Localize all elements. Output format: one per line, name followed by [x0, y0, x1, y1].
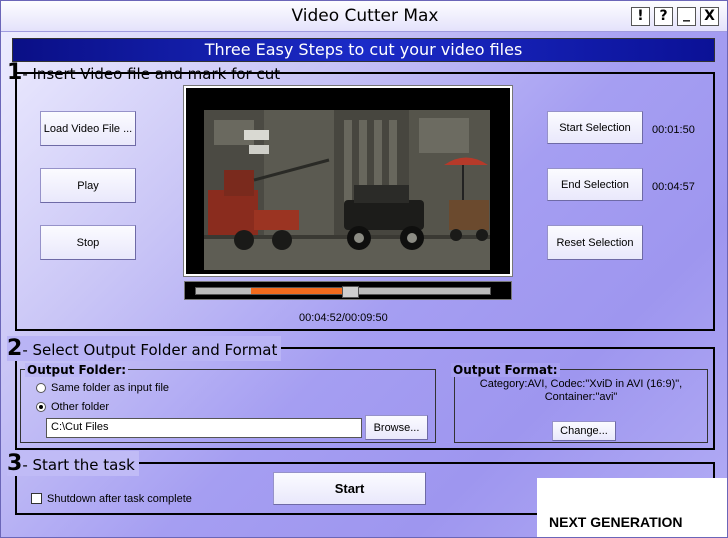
- start-time-label: 00:01:50: [652, 124, 695, 136]
- load-video-button[interactable]: Load Video File ...: [40, 111, 136, 146]
- format-line1: Category:AVI, Codec:"XviD in AVI (16:9)"…: [479, 378, 683, 390]
- output-format-title: Output Format:: [451, 363, 560, 377]
- window-title: Video Cutter Max: [291, 6, 439, 26]
- minimize-button[interactable]: _: [677, 7, 696, 26]
- step2-number: 2: [7, 336, 23, 361]
- shutdown-label[interactable]: Shutdown after task complete: [47, 493, 192, 505]
- step3-heading: 3- Start the task: [7, 451, 139, 476]
- watermark-box: NEXT GENERATION: [537, 478, 727, 537]
- start-button[interactable]: Start: [273, 472, 426, 505]
- close-button[interactable]: X: [700, 7, 719, 26]
- video-frame-image: [204, 110, 490, 270]
- other-folder-label[interactable]: Other folder: [51, 401, 109, 413]
- position-readout: 00:04:52/00:09:50: [299, 312, 388, 324]
- seek-bar[interactable]: [184, 281, 512, 300]
- end-selection-button[interactable]: End Selection: [547, 168, 643, 201]
- selection-range: [250, 288, 344, 294]
- start-selection-button[interactable]: Start Selection: [547, 111, 643, 144]
- steps-banner: Three Easy Steps to cut your video files: [12, 38, 715, 62]
- step3-title: - Start the task: [22, 456, 135, 474]
- shutdown-checkbox[interactable]: [31, 493, 42, 504]
- step1-title: - Insert Video file and mark for cut: [22, 65, 281, 83]
- step1-heading: 1- Insert Video file and mark for cut: [7, 60, 284, 85]
- app-window: Video Cutter Max ! ? _ X Three Easy Step…: [0, 0, 728, 538]
- step2-heading: 2- Select Output Folder and Format: [7, 336, 282, 361]
- seek-thumb[interactable]: [341, 286, 359, 298]
- same-folder-label[interactable]: Same folder as input file: [51, 382, 169, 394]
- browse-button[interactable]: Browse...: [365, 415, 428, 440]
- seek-track[interactable]: [195, 286, 491, 298]
- step1-number: 1: [7, 60, 23, 85]
- question-button[interactable]: ?: [654, 7, 673, 26]
- video-preview[interactable]: [183, 85, 513, 277]
- title-bar[interactable]: Video Cutter Max ! ? _ X: [1, 1, 727, 32]
- reset-selection-button[interactable]: Reset Selection: [547, 225, 643, 260]
- other-folder-radio[interactable]: [36, 402, 46, 412]
- format-line2: Container:"avi": [544, 391, 618, 403]
- play-button[interactable]: Play: [40, 168, 136, 203]
- step2-title: - Select Output Folder and Format: [22, 341, 278, 359]
- help-button[interactable]: !: [631, 7, 650, 26]
- output-folder-title: Output Folder:: [25, 363, 129, 377]
- stop-button[interactable]: Stop: [40, 225, 136, 260]
- video-scene: [204, 110, 490, 270]
- step3-number: 3: [7, 451, 23, 476]
- end-time-label: 00:04:57: [652, 181, 695, 193]
- same-folder-radio[interactable]: [36, 383, 46, 393]
- folder-path-input[interactable]: C:\Cut Files: [46, 418, 362, 438]
- change-format-button[interactable]: Change...: [552, 421, 616, 441]
- watermark-text: NEXT GENERATION: [549, 514, 683, 530]
